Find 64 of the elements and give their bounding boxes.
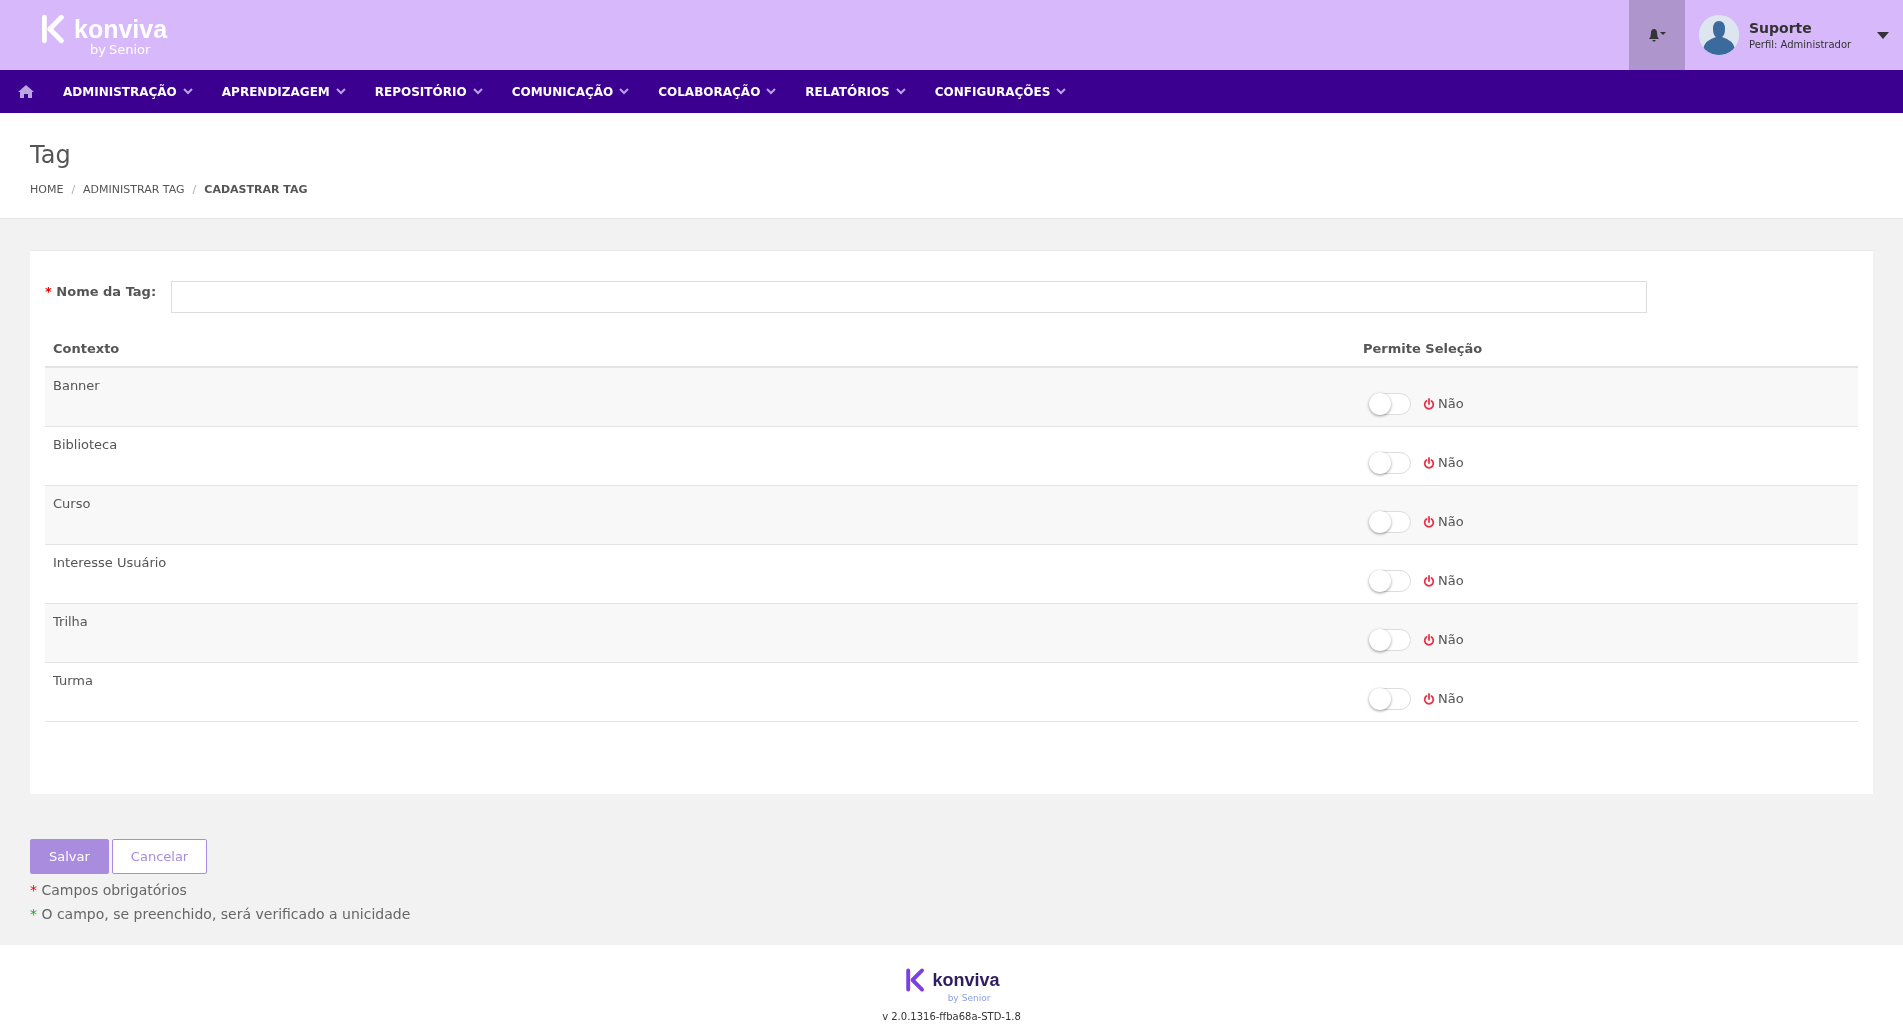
context-cell-text: Biblioteca: [53, 436, 119, 452]
toggle-switch[interactable]: [1369, 392, 1411, 415]
toggle-state-text: Não: [1438, 632, 1464, 647]
power-icon: [1423, 574, 1435, 587]
nav-menu-item[interactable]: CONFIGURAÇÕES: [934, 84, 1067, 99]
nav-menu-item[interactable]: ADMINISTRAÇÃO: [63, 84, 193, 99]
user-name: Suporte: [1749, 20, 1813, 36]
chevron-down-icon: [766, 88, 777, 95]
power-icon: [1423, 515, 1435, 528]
avatar-icon: [1699, 15, 1739, 55]
nav-menu-item[interactable]: COLABORAÇÃO: [658, 84, 777, 99]
nav-menu-item[interactable]: REPOSITÓRIO: [374, 84, 483, 99]
footnote-text: * O campo, se preenchido, será verificado a unicidade: [30, 906, 412, 922]
toggle-switch[interactable]: [1369, 687, 1411, 710]
toggle-state-text: Não: [1438, 455, 1464, 470]
toggle-state-text: Não: [1438, 573, 1464, 588]
logo-by-text: by: [947, 993, 959, 1003]
home-icon[interactable]: [18, 85, 34, 98]
context-cell-text: Trilha: [53, 613, 89, 629]
toggle-state-text: Não: [1438, 514, 1464, 529]
power-icon: [1423, 692, 1435, 705]
nav-menu-item[interactable]: RELATÓRIOS: [805, 84, 906, 99]
context-cell-text: Banner: [53, 377, 101, 393]
logo-by-text: by: [90, 42, 106, 57]
column-header: Permite Seleção: [1363, 341, 1483, 356]
notifications-button[interactable]: [1629, 0, 1685, 70]
logo-text: konviva: [74, 14, 168, 44]
footnote-text: * Campos obrigatórios: [30, 882, 188, 898]
caret-icon[interactable]: [1877, 31, 1889, 39]
toggle-switch[interactable]: [1369, 628, 1411, 651]
chevron-down-icon: [335, 88, 346, 95]
breadcrumb-link[interactable]: ADMINISTRAR TAG: [83, 183, 185, 196]
breadcrumb-link[interactable]: HOME: [30, 183, 64, 196]
chevron-down-icon: [182, 88, 193, 95]
power-icon: [1423, 633, 1435, 646]
logo-brand-text: Senior: [961, 993, 991, 1003]
context-cell-text: Curso: [53, 495, 92, 511]
user-profile: Perfil: Administrador: [1749, 39, 1853, 50]
nav-menu-item[interactable]: COMUNICAÇÃO: [511, 84, 630, 99]
tag-name-input[interactable]: [171, 281, 1648, 313]
version-text: v 2.0.1316-ffba68a-STD-1.8: [882, 1011, 1021, 1022]
chevron-down-icon: [619, 88, 630, 95]
power-icon: [1423, 456, 1435, 469]
bell-icon: [1647, 28, 1667, 42]
toggle-state-text: Não: [1438, 691, 1464, 706]
chevron-down-icon: [895, 88, 906, 95]
breadcrumb-separator: /: [192, 183, 197, 196]
toggle-switch[interactable]: [1369, 451, 1411, 474]
logo-text: konviva: [932, 969, 1000, 991]
breadcrumb-separator: /: [71, 183, 76, 196]
field-label: * Nome da Tag:: [45, 283, 157, 299]
column-header: Contexto: [53, 341, 121, 356]
nav-menu-item[interactable]: APRENDIZAGEM: [221, 84, 346, 99]
logo-brand-text: Senior: [108, 42, 151, 57]
context-cell-text: Turma: [53, 672, 94, 688]
breadcrumb-current: CADASTRAR TAG: [204, 183, 308, 196]
context-cell-text: Interesse Usuário: [53, 554, 168, 570]
toggle-switch[interactable]: [1369, 510, 1411, 533]
toggle-switch[interactable]: [1369, 569, 1411, 592]
chevron-down-icon: [1056, 88, 1067, 95]
toggle-state-text: Não: [1438, 396, 1464, 411]
power-icon: [1423, 397, 1435, 410]
page-title: Tag: [30, 141, 72, 169]
chevron-down-icon: [472, 88, 483, 95]
